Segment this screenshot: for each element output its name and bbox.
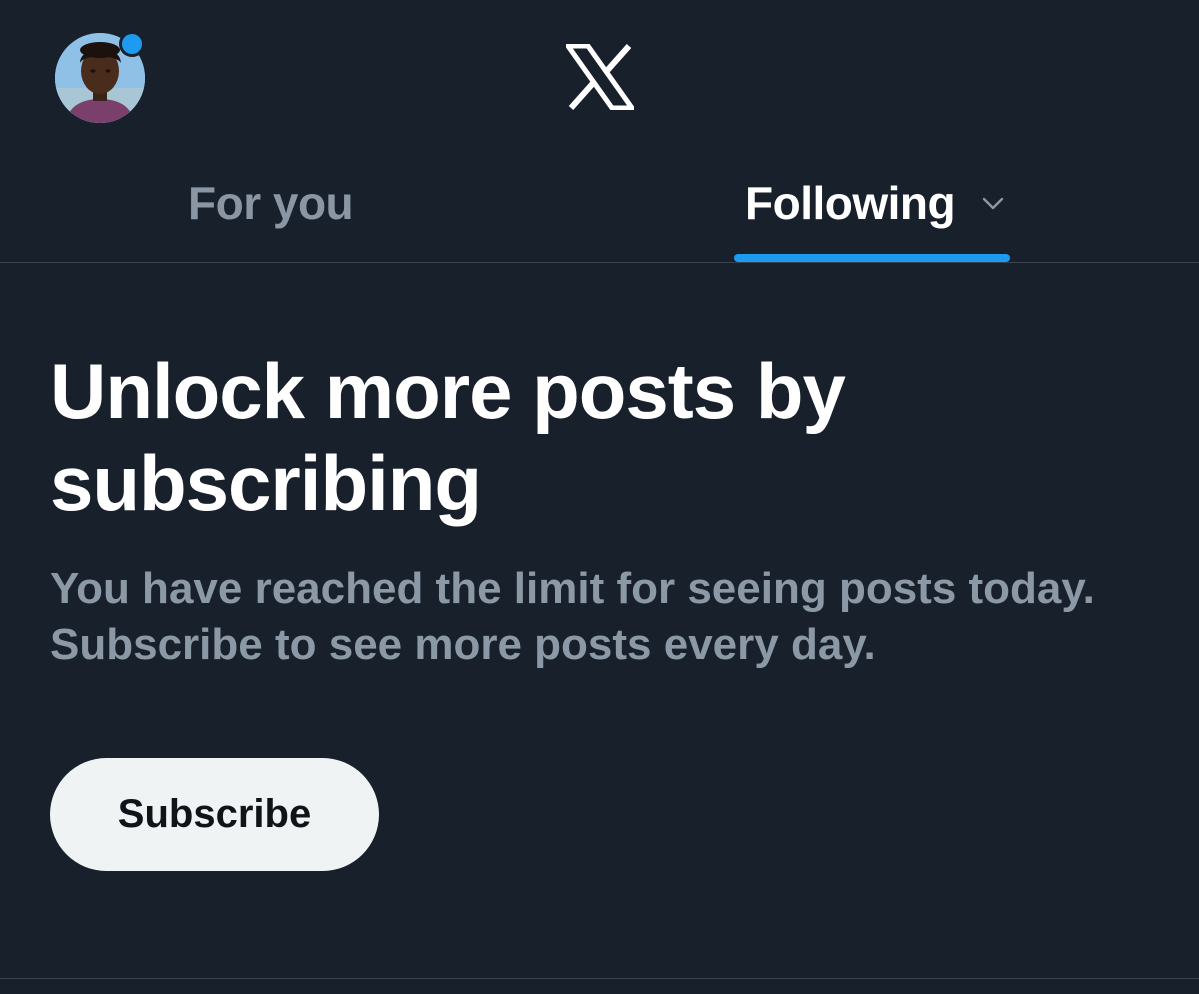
x-logo-icon[interactable]	[566, 44, 634, 110]
subscribe-button[interactable]: Subscribe	[50, 758, 379, 871]
tab-for-you-label: For you	[188, 177, 354, 229]
notification-dot	[119, 31, 145, 57]
divider	[0, 978, 1199, 979]
chevron-down-icon[interactable]	[980, 190, 1006, 216]
timeline-tabs: For you Following	[0, 160, 1199, 263]
paywall-title: Unlock more posts by subscribing	[50, 347, 846, 527]
paywall-description: You have reached the limit for seeing po…	[50, 564, 1095, 669]
tab-following-label: Following	[745, 177, 956, 229]
top-bar	[0, 0, 1199, 160]
tab-for-you[interactable]: For you	[0, 160, 599, 262]
active-tab-indicator	[734, 254, 1010, 262]
paywall-message: Unlock more posts by subscribing You hav…	[50, 345, 1150, 673]
tab-following[interactable]: Following	[600, 160, 1199, 262]
app-root: For you Following Unlock more posts by s…	[0, 0, 1199, 994]
